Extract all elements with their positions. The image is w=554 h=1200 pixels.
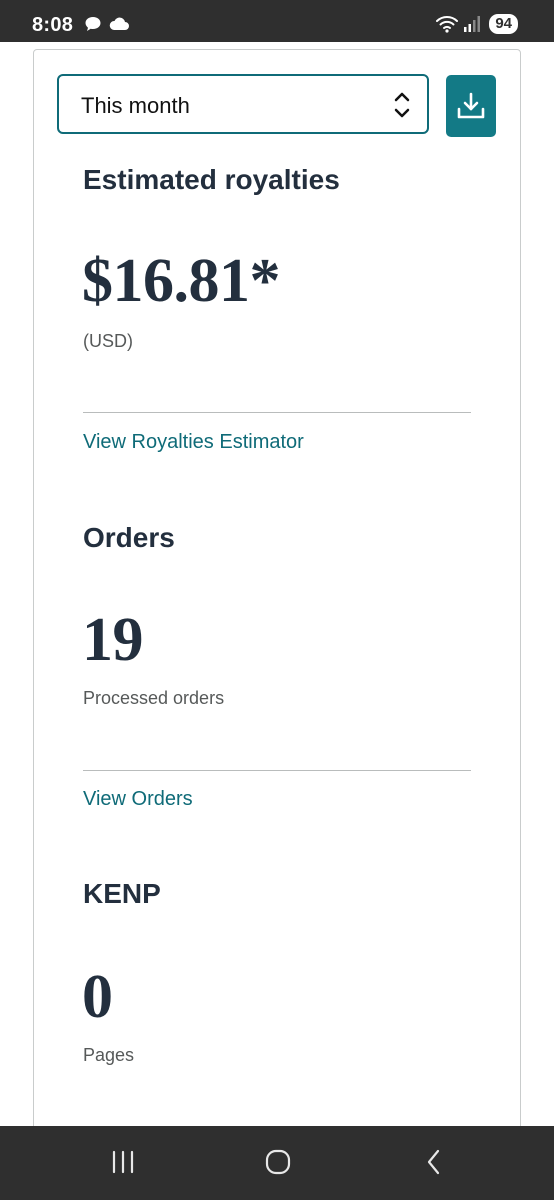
view-orders-link[interactable]: View Orders [83, 788, 193, 811]
royalties-currency: (USD) [83, 331, 133, 351]
view-royalties-estimator-link[interactable]: View Royalties Estimator [83, 431, 304, 454]
up-down-chevron-icon [394, 92, 410, 118]
orders-title: Orders [83, 522, 175, 553]
download-button[interactable] [446, 75, 496, 137]
navigation-bar [0, 1126, 554, 1200]
royalties-amount: $16.81* [82, 247, 281, 315]
period-select-value: This month [81, 93, 190, 118]
status-time: 8:08 [32, 14, 74, 36]
wifi-icon [436, 16, 459, 33]
home-icon[interactable] [264, 1148, 292, 1176]
battery-level: 94 [489, 14, 518, 34]
signal-icon [463, 16, 480, 32]
recent-apps-icon[interactable] [110, 1148, 136, 1176]
period-select[interactable]: This month [57, 74, 429, 134]
back-icon[interactable] [423, 1148, 445, 1176]
status-notification-icons [84, 15, 132, 33]
orders-label: Processed orders [83, 688, 225, 708]
cloud-icon [110, 17, 130, 30]
chat-bubble-icon [85, 17, 101, 31]
download-icon [457, 92, 485, 119]
divider [83, 412, 471, 413]
kenp-label: Pages [83, 1045, 135, 1065]
royalties-title: Estimated royalties [83, 164, 340, 195]
kenp-title: KENP [83, 878, 161, 909]
kenp-count: 0 [82, 963, 113, 1031]
status-bar: 8:08 94 [0, 0, 554, 42]
orders-count: 19 [82, 606, 144, 674]
divider [83, 770, 471, 771]
dashboard-card: This month Estimated royalties $16.81* (… [33, 49, 521, 1151]
status-system-icons: 94 [436, 14, 518, 36]
